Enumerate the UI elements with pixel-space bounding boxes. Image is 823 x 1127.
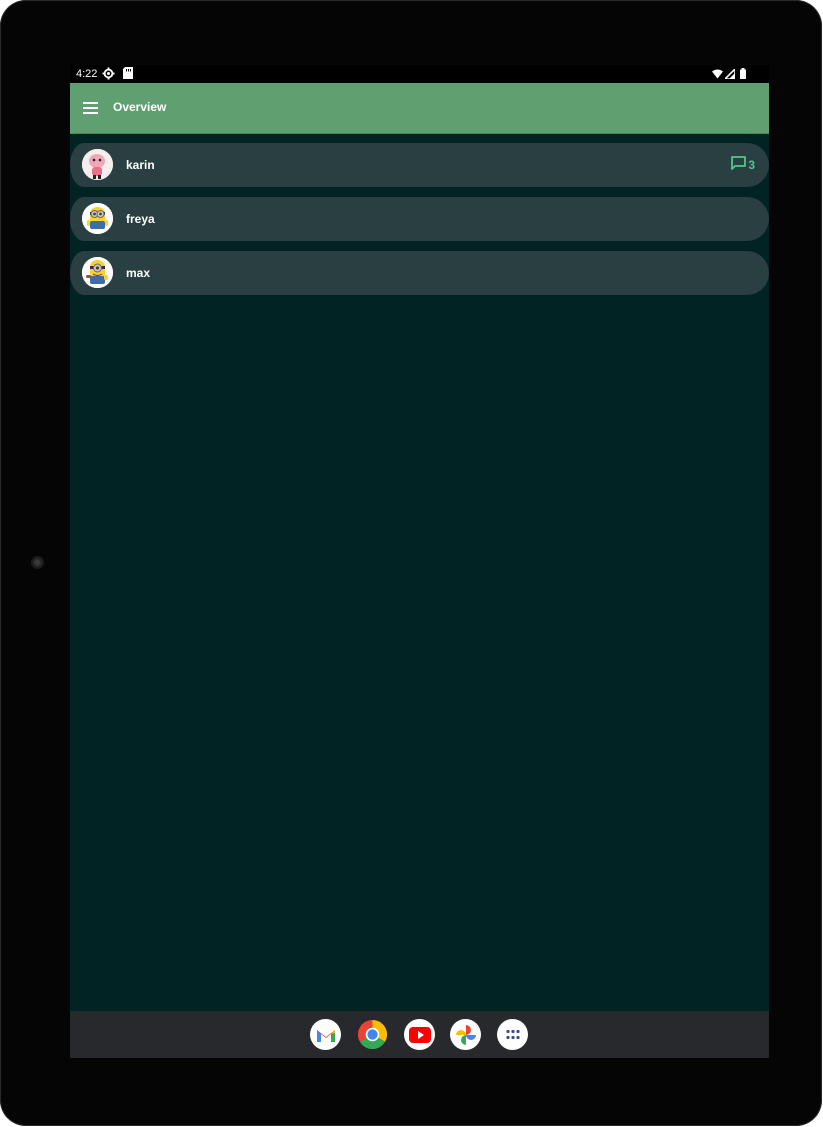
status-time: 4:22 [76,68,98,80]
conversation-name: freya [126,212,155,226]
settings-gear-icon [102,67,115,83]
youtube-icon[interactable] [404,1019,435,1050]
app-drawer-icon[interactable] [497,1019,528,1050]
conversation-item-max[interactable]: max [70,251,769,295]
conversation-item-karin[interactable]: karin 3 [70,143,769,187]
tablet-frame: 4:22 Overview karin 3 freya max [0,0,822,1126]
sd-card-icon [123,67,133,82]
conversation-name: karin [126,158,155,172]
battery-icon [740,68,746,82]
pink-cartoon-avatar [82,149,113,180]
cellular-signal-icon [723,67,736,82]
conversation-item-freya[interactable]: freya [70,197,769,241]
wifi-icon [712,69,723,82]
photos-icon[interactable] [450,1019,481,1050]
conversation-name: max [126,266,151,280]
minion-avatar [82,203,113,234]
conversation-list: karin 3 freya max [70,143,769,305]
app-dock [70,1011,769,1058]
front-camera [31,556,44,569]
app-bar: Overview [70,83,769,134]
gmail-icon[interactable] [310,1019,341,1050]
screen: 4:22 Overview karin 3 freya max [70,65,769,1058]
minion-avatar [82,257,113,288]
chrome-icon[interactable] [357,1019,388,1050]
page-title: Overview [113,100,167,114]
unread-badge: 3 [730,155,755,176]
unread-count: 3 [748,158,755,172]
message-icon [730,155,747,176]
hamburger-menu-icon[interactable] [82,99,100,117]
status-bar: 4:22 [70,65,769,83]
